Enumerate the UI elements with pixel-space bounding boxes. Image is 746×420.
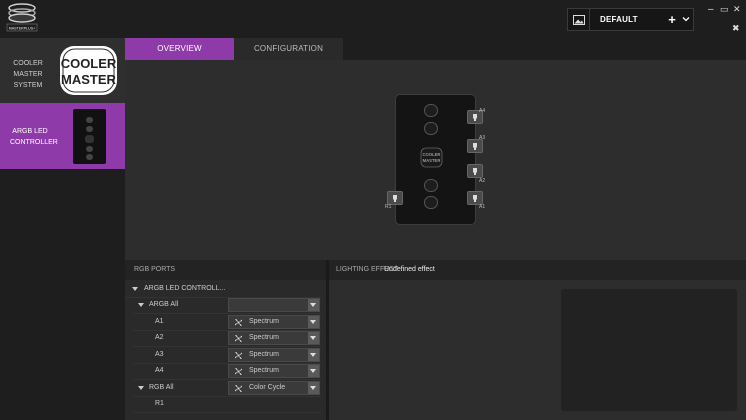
effect-dropdown-a3[interactable]: Spectrum	[228, 348, 320, 362]
tree-item-label: A2	[155, 334, 164, 341]
effect-dropdown-value: Spectrum	[249, 351, 279, 358]
tree-item-label: A3	[155, 351, 164, 358]
tree-item-label: ARGB All	[149, 301, 179, 308]
port-a2-button[interactable]	[467, 164, 483, 178]
effect-dropdown-a2[interactable]: Spectrum	[228, 331, 320, 345]
effect-dropdown-value: Spectrum	[249, 318, 279, 325]
port-label: A3	[479, 135, 486, 141]
tree-row-a3[interactable]: A3 Spectrum	[125, 347, 321, 363]
fan-icon	[235, 385, 242, 392]
title-bar: MASTERPLUS+ DEFAULT + – ▭ ✕ ✖	[0, 0, 746, 38]
dropdown-arrow-icon[interactable]	[308, 316, 319, 328]
port-r1-button[interactable]	[387, 191, 403, 205]
effect-dropdown-value: Color Cycle	[249, 384, 286, 391]
expand-icon[interactable]	[138, 386, 144, 390]
tree-row-argb-led-controller[interactable]: ARGB LED CONTROLL...	[125, 281, 321, 297]
effect-dropdown-value: Spectrum	[249, 367, 279, 374]
minimize-button[interactable]: –	[708, 4, 714, 15]
add-profile-button[interactable]: +	[665, 12, 679, 27]
masterplus-logo: MASTERPLUS+	[6, 3, 38, 32]
tree-row-a4[interactable]: A4 Spectrum	[125, 363, 321, 379]
svg-text:MASTER: MASTER	[61, 72, 117, 87]
tree-item-label: A1	[155, 318, 164, 325]
led-icon	[473, 194, 477, 202]
controller-button	[424, 196, 438, 209]
tree-item-label: A4	[155, 367, 164, 374]
fan-icon	[235, 352, 242, 359]
device-item-cooler-master-system[interactable]: COOLER MASTER SYSTEM COOLER MASTER	[0, 38, 125, 103]
chevron-down-icon[interactable]	[679, 15, 693, 24]
dropdown-arrow-icon[interactable]	[308, 349, 319, 361]
port-label: A2	[479, 178, 486, 184]
effect-dropdown-argb-all[interactable]	[228, 298, 320, 312]
tools-icon[interactable]: ✖	[732, 23, 740, 34]
effect-dropdown-a1[interactable]: Spectrum	[228, 315, 320, 329]
dropdown-arrow-icon[interactable]	[308, 365, 319, 377]
image-icon	[572, 14, 585, 25]
tab-overview[interactable]: OVERVIEW	[125, 38, 234, 60]
fan-icon	[235, 335, 242, 342]
close-button[interactable]: ✕	[733, 4, 741, 15]
port-a1-button[interactable]	[467, 191, 483, 205]
svg-text:MASTER: MASTER	[423, 158, 441, 163]
profile-image-button[interactable]	[568, 9, 590, 30]
tree-row-rgb-all[interactable]: RGB All Color Cycle	[125, 380, 321, 396]
controller-button	[424, 122, 438, 135]
controller-button	[424, 104, 438, 117]
port-label: A1	[479, 204, 486, 210]
controller-thumbnail	[73, 109, 106, 164]
logo-text: MASTERPLUS+	[9, 27, 35, 31]
svg-text:COOLER: COOLER	[423, 152, 441, 157]
led-icon	[473, 142, 477, 150]
device-item-argb-led-controller[interactable]: ARGB LED CONTROLLER	[0, 103, 125, 169]
profile-selector[interactable]: DEFAULT +	[567, 8, 694, 31]
tab-bar: OVERVIEW CONFIGURATION	[125, 38, 746, 60]
tree-row-r1[interactable]: R1	[125, 396, 321, 412]
dropdown-arrow-icon[interactable]	[308, 299, 319, 311]
tree-item-label: R1	[155, 400, 164, 407]
device-label: ARGB LED CONTROLLER	[10, 128, 58, 146]
tree-item-label: RGB All	[149, 384, 174, 391]
led-icon	[393, 194, 397, 202]
device-sidebar: COOLER MASTER SYSTEM COOLER MASTER ARGB …	[0, 38, 125, 420]
expand-icon[interactable]	[132, 287, 138, 291]
tree-row-argb-all[interactable]: ARGB All	[125, 297, 321, 313]
led-icon	[473, 113, 477, 121]
effect-dropdown-a4[interactable]: Spectrum	[228, 364, 320, 378]
dropdown-arrow-icon[interactable]	[308, 382, 319, 394]
cooler-master-logo: COOLER MASTER	[60, 46, 117, 95]
cooler-master-badge-icon: COOLER MASTER	[420, 147, 443, 168]
rgb-ports-title: RGB PORTS	[134, 266, 176, 273]
device-overview-area: COOLER MASTER A4 A3 A2 A1 R1	[125, 60, 746, 260]
lighting-effect-value: Undefined effect	[384, 266, 435, 273]
svg-text:COOLER: COOLER	[61, 56, 117, 71]
maximize-button[interactable]: ▭	[720, 4, 729, 15]
rgb-ports-tree: ARGB LED CONTROLL... ARGB All A1 Spectru…	[125, 280, 326, 420]
effect-dropdown-value: Spectrum	[249, 334, 279, 341]
device-label: COOLER MASTER SYSTEM	[13, 60, 43, 89]
fan-icon	[235, 319, 242, 326]
port-label: A4	[479, 108, 486, 114]
port-label: R1	[385, 204, 392, 210]
fan-icon	[235, 368, 242, 375]
effect-dropdown-rgb-all[interactable]: Color Cycle	[228, 381, 320, 395]
led-icon	[473, 167, 477, 175]
expand-icon[interactable]	[138, 303, 144, 307]
controller-button	[424, 179, 438, 192]
tab-configuration[interactable]: CONFIGURATION	[234, 38, 343, 60]
profile-name: DEFAULT	[600, 15, 638, 24]
tree-row-a1[interactable]: A1 Spectrum	[125, 314, 321, 330]
effect-preview-area	[561, 289, 737, 411]
argb-controller-image: COOLER MASTER	[395, 94, 476, 225]
lighting-effect-panel	[329, 280, 746, 420]
tree-item-label: ARGB LED CONTROLL...	[144, 285, 226, 292]
lower-panel: RGB PORTS LIGHTING EFFECT Undefined effe…	[125, 260, 746, 420]
tree-row-a2[interactable]: A2 Spectrum	[125, 330, 321, 346]
port-a3-button[interactable]	[467, 139, 483, 153]
dropdown-arrow-icon[interactable]	[308, 332, 319, 344]
